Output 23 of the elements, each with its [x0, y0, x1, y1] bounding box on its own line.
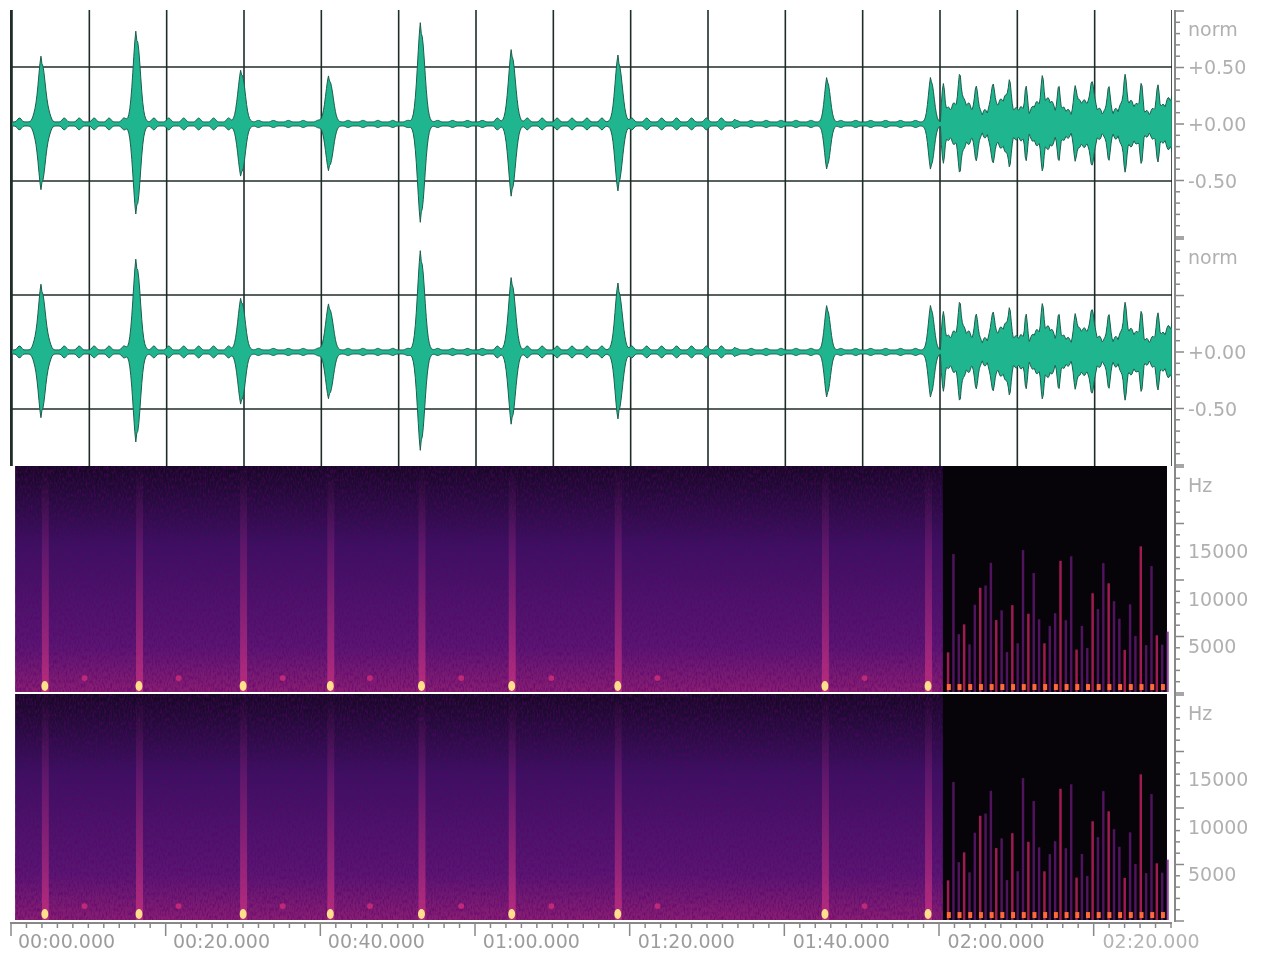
axis-unit-label: Hz	[1188, 702, 1213, 725]
time-label: 01:20.000	[637, 930, 735, 952]
axis-tick-label: +0.00	[1188, 341, 1247, 363]
axis-tick-label: +0.50	[1188, 56, 1247, 78]
time-label: 00:40.000	[327, 930, 425, 952]
time-label: 00:00.000	[18, 930, 116, 952]
axis-unit-label: norm	[1188, 18, 1238, 41]
axis-unit-label: norm	[1188, 246, 1238, 269]
axis-tick-label: 15000	[1188, 768, 1249, 791]
axis-tick-label: 15000	[1188, 540, 1249, 563]
axis-tick-label: 10000	[1188, 587, 1249, 610]
axis-unit-label: Hz	[1188, 474, 1213, 497]
time-label: 01:00.000	[482, 930, 580, 952]
time-label: 02:20.000	[1102, 930, 1200, 952]
time-label: 00:20.000	[172, 930, 270, 952]
axis-tick-label: 10000	[1188, 815, 1249, 838]
axis-tick-label: 5000	[1188, 863, 1237, 886]
axis-tick-label: 5000	[1188, 635, 1237, 658]
axis-tick-label: -0.50	[1188, 170, 1238, 192]
time-label: 01:40.000	[792, 930, 890, 952]
axis-tick-label: -0.50	[1188, 398, 1238, 420]
axis-tick-label: +0.00	[1188, 113, 1247, 135]
time-label: 02:00.000	[947, 930, 1045, 952]
